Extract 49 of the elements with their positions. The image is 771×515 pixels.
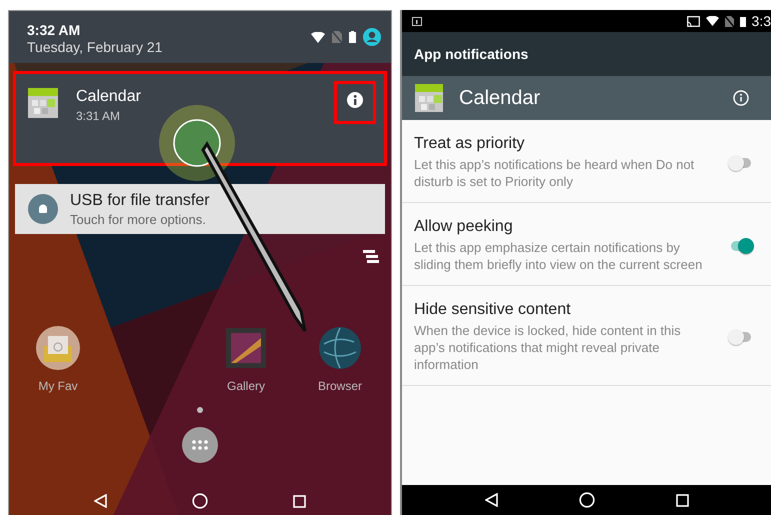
calendar-app-icon [28,88,58,118]
setting-row[interactable]: Hide sensitive content When the device is locked, hide content in this app’s notifications that might reveal private information [402,286,771,386]
user-avatar-icon [363,28,381,46]
setting-row[interactable]: Allow peeking Let this app emphasize certain notifications by sliding them briefly into view on the current screen [402,203,771,286]
recents-icon[interactable] [676,494,688,506]
calendar-app-icon [415,84,443,112]
home-icon[interactable] [578,492,594,508]
info-icon[interactable] [733,90,749,106]
page-indicator-dot [197,407,203,413]
info-icon[interactable] [347,92,363,108]
notification-time: 3:31 AM [76,109,122,123]
screen-title: App notifications [414,46,528,62]
setting-description: Let this app’s notifications be heard when Do not disturb is set to Priority only [414,156,696,190]
clock-time: 3:32 AM [27,22,82,38]
setting-description: Let this app emphasize certain notifications by sliding them briefly into view on the current screen [414,239,704,273]
notification-icon [412,16,422,26]
setting-title: Treat as priority [414,135,526,153]
cast-icon [686,16,700,26]
battery-icon [740,16,746,26]
date-text: Tuesday, February 21 [27,39,162,55]
notification-title: USB for file transfer [70,192,211,210]
info-button[interactable] [334,81,376,124]
wifi-icon [706,16,719,26]
no-sim-icon [724,16,734,26]
globe-app-icon[interactable] [318,326,362,370]
back-icon[interactable] [94,494,107,508]
app-drawer-icon[interactable] [182,427,218,463]
notification-text: Touch for more options. [70,212,207,226]
app-label[interactable]: Gallery [226,379,265,393]
notification-card[interactable]: USB for file transfer Touch for more options. [15,184,385,234]
setting-description: When the device is locked, hide content in this app’s notifications that might reveal private information [414,322,682,373]
envelope-app-icon[interactable] [36,326,80,370]
setting-title: Hide sensitive content [414,301,572,319]
setting-title: Allow peeking [414,218,514,236]
app-label[interactable]: My Fav [38,379,78,393]
app-name: Calendar [459,86,542,110]
clock-time: 3:3 [752,13,771,29]
battery-icon [349,31,356,43]
wifi-icon [311,32,325,42]
home-icon[interactable] [192,493,208,509]
stacked-lines-icon [363,250,379,264]
app-label[interactable]: Browser [318,379,362,393]
setting-row[interactable]: Treat as priority Let this app’s notifications be heard when Do not disturb is set to Priority only [402,120,771,203]
picture-app-icon[interactable] [224,326,268,370]
back-icon[interactable] [484,493,498,507]
recents-icon[interactable] [293,494,306,508]
no-sim-icon [332,31,342,43]
notification-title: Calendar [76,88,142,106]
notification-card[interactable]: Calendar 3:31 AM [13,71,387,166]
